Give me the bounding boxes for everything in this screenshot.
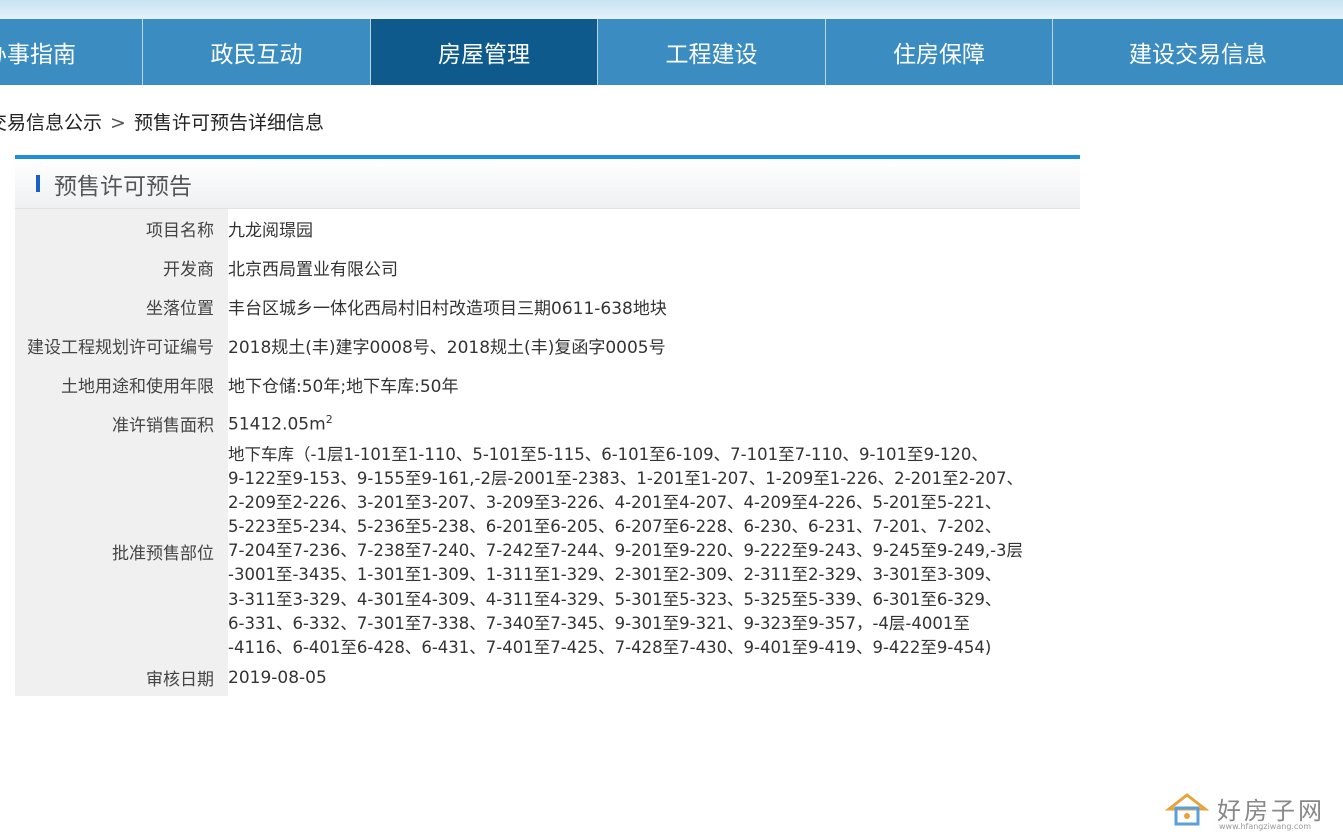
nav-item-engineering[interactable]: 工程建设 bbox=[598, 19, 826, 85]
location-value: 丰台区城乡一体化西局村旧村改造项目三期0611-638地块 bbox=[228, 299, 667, 319]
table-row: 开发商 北京西局置业有限公司 bbox=[15, 248, 1080, 287]
row-label: 项目名称 bbox=[15, 209, 228, 248]
approved-parts-line: 地下车库（-1层1-101至1-110、5-101至5-115、6-101至6-… bbox=[228, 445, 988, 464]
main-nav: 办事指南 政民互动 房屋管理 工程建设 住房保障 建设交易信息 bbox=[0, 19, 1343, 85]
row-label: 审核日期 bbox=[15, 659, 228, 696]
approved-parts-line: 7-204至7-236、7-238至7-240、7-242至7-244、9-20… bbox=[228, 541, 1024, 561]
table-row: 建设工程规划许可证编号 2018规土(丰)建字0008号、2018规土(丰)复函… bbox=[15, 326, 1080, 365]
review-date-value: 2019-08-05 bbox=[228, 667, 327, 688]
nav-item-housing-management[interactable]: 房屋管理 bbox=[371, 19, 598, 85]
nav-item-housing-security[interactable]: 住房保障 bbox=[826, 19, 1053, 85]
watermark: 好房子网 www.hfangziwang.com bbox=[1164, 785, 1325, 835]
row-label: 开发商 bbox=[15, 248, 228, 287]
title-accent-bar bbox=[36, 175, 40, 192]
land-use-value: 地下仓储:50年;地下车库:50年 bbox=[228, 377, 459, 397]
top-banner-strip bbox=[0, 0, 1343, 19]
project-name-value: 九龙阅璟园 bbox=[228, 221, 313, 241]
row-label: 批准预售部位 bbox=[15, 443, 228, 660]
row-label: 坐落位置 bbox=[15, 287, 228, 326]
nav-item-guide[interactable]: 办事指南 bbox=[0, 19, 143, 85]
approved-parts-line: 9-122至9-153、9-155至9-161,-2层-2001至-2383、1… bbox=[228, 469, 1024, 489]
presale-panel: 预售许可预告 项目名称 九龙阅璟园 开发商 北京西局置业有限公司 坐落位置 丰台… bbox=[15, 155, 1080, 696]
table-row: 审核日期 2019-08-05 bbox=[15, 659, 1080, 696]
approved-parts-line: 3-311至3-329、4-301至4-309、4-311至4-329、5-30… bbox=[228, 589, 1002, 609]
breadcrumb-parent-link[interactable]: 交易信息公示 bbox=[0, 112, 102, 134]
row-label: 土地用途和使用年限 bbox=[15, 365, 228, 404]
area-unit-superscript: 2 bbox=[325, 412, 333, 426]
nav-item-interaction[interactable]: 政民互动 bbox=[143, 19, 371, 85]
table-row: 土地用途和使用年限 地下仓储:50年;地下车库:50年 bbox=[15, 365, 1080, 404]
permit-number-value: 2018规土(丰)建字0008号、2018规土(丰)复函字0005号 bbox=[228, 338, 666, 358]
info-table: 项目名称 九龙阅璟园 开发商 北京西局置业有限公司 坐落位置 丰台区城乡一体化西… bbox=[15, 209, 1080, 696]
row-label: 准许销售面积 bbox=[15, 404, 228, 443]
approved-parts-line: -3001至-3435、1-301至1-309、1-311至1-329、2-30… bbox=[228, 565, 1002, 585]
approved-parts-line: -4116、6-401至6-428、6-431、7-401至7-425、7-42… bbox=[228, 637, 992, 657]
approved-parts-line: 2-209至2-226、3-201至3-207、3-209至3-226、4-20… bbox=[228, 493, 1002, 513]
table-row: 坐落位置 丰台区城乡一体化西局村旧村改造项目三期0611-638地块 bbox=[15, 287, 1080, 326]
nav-item-trade-info[interactable]: 建设交易信息 bbox=[1053, 19, 1343, 85]
approved-parts-value: 地下车库（-1层1-101至1-110、5-101至5-115、6-101至6-… bbox=[228, 443, 1080, 660]
table-row: 准许销售面积 51412.05m2 bbox=[15, 404, 1080, 443]
breadcrumb-current: 预售许可预告详细信息 bbox=[133, 112, 324, 134]
panel-header: 预售许可预告 bbox=[15, 155, 1080, 209]
table-row: 批准预售部位 地下车库（-1层1-101至1-110、5-101至5-115、6… bbox=[15, 443, 1080, 660]
approved-parts-line: 5-223至5-234、5-236至5-238、6-201至6-205、6-20… bbox=[228, 517, 1002, 537]
row-label: 建设工程规划许可证编号 bbox=[15, 326, 228, 365]
watermark-url: www.hfangziwang.com bbox=[1219, 822, 1312, 831]
breadcrumb-separator: > bbox=[110, 112, 126, 134]
approved-parts-line: 6-331、6-332、7-301至7-338、7-340至7-345、9-30… bbox=[228, 613, 970, 633]
watermark-text: 好房子网 bbox=[1217, 797, 1325, 825]
table-row: 项目名称 九龙阅璟园 bbox=[15, 209, 1080, 248]
panel-title: 预售许可预告 bbox=[54, 173, 192, 200]
sale-area-value: 51412.05m2 bbox=[228, 412, 333, 435]
breadcrumb: 交易信息公示 > 预售许可预告详细信息 bbox=[0, 108, 324, 135]
developer-value: 北京西局置业有限公司 bbox=[228, 260, 398, 280]
